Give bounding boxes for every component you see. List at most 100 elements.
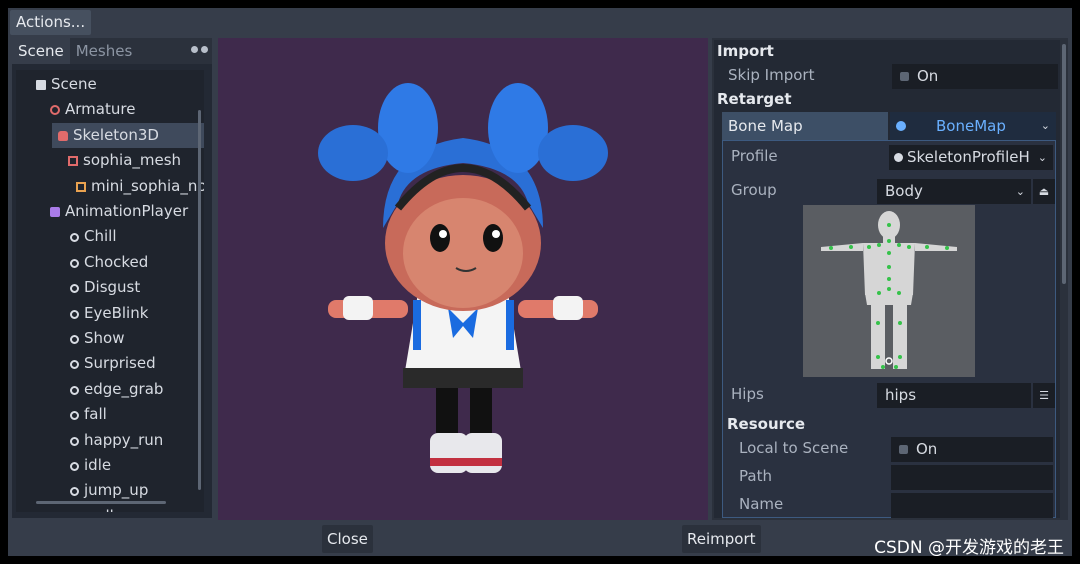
- hips-field[interactable]: hips: [877, 383, 1031, 408]
- tree-item[interactable]: happy_run: [16, 428, 163, 453]
- tree-item-label: Chocked: [84, 252, 149, 271]
- tree-item-label: Disgust: [84, 278, 141, 297]
- tree-item[interactable]: mini_sophia_noik_C: [16, 174, 204, 199]
- animation-icon: [70, 309, 79, 319]
- tree-item-label: jump_up: [84, 481, 149, 500]
- skeleton-icon: [58, 130, 68, 141]
- animation-icon: [70, 462, 79, 471]
- tab-meshes[interactable]: Meshes: [70, 38, 139, 64]
- bone-map-property[interactable]: Bone Map BoneMap ⌄: [722, 112, 1056, 140]
- group-label: Group: [731, 181, 777, 199]
- tab-options-icons[interactable]: [191, 46, 208, 53]
- resource-section-title: Resource: [727, 415, 806, 433]
- chevron-down-icon[interactable]: ⌄: [1041, 112, 1050, 140]
- tree-item-label: sophia_mesh: [83, 151, 182, 170]
- tree-item[interactable]: AnimationPlayer: [16, 199, 188, 224]
- name-field[interactable]: [891, 493, 1053, 518]
- bone-picker-icon[interactable]: ☰: [1033, 383, 1055, 408]
- animation-icon: [70, 436, 79, 446]
- model-preview-viewport[interactable]: [218, 38, 708, 520]
- tree-item[interactable]: Disgust: [16, 275, 140, 300]
- tree-item-label: happy_run: [84, 430, 164, 449]
- tree-item[interactable]: edge_grab: [16, 377, 163, 402]
- mesh-instance-icon: [76, 181, 86, 192]
- bone-map-resource-button[interactable]: BoneMap ⌄: [890, 112, 1056, 140]
- skip-import-label: Skip Import: [728, 66, 815, 84]
- profile-value: SkeletonProfileH: [907, 148, 1030, 166]
- animation-icon: [70, 258, 79, 268]
- tree-item[interactable]: idle: [16, 453, 111, 478]
- retarget-section-title: Retarget: [717, 90, 792, 108]
- inspector-panel: Import Skip Import On Retarget Bone Map …: [712, 38, 1068, 520]
- tree-item-label: Surprised: [84, 354, 156, 373]
- tree-item[interactable]: Chocked: [16, 250, 148, 275]
- scene-icon: [36, 80, 46, 90]
- hips-label: Hips: [731, 385, 764, 403]
- name-label: Name: [739, 495, 784, 513]
- tab-scene[interactable]: Scene: [12, 38, 70, 64]
- tree-item[interactable]: EyeBlink: [16, 301, 148, 326]
- tree-item[interactable]: Scene: [16, 72, 97, 97]
- animation-icon: [70, 411, 79, 421]
- local-to-scene-checkbox[interactable]: On: [891, 437, 1053, 462]
- tree-item-label: Chill: [84, 227, 117, 246]
- close-button[interactable]: Close: [322, 525, 373, 553]
- tree-item-label: Scene: [51, 75, 97, 93]
- tree-item-label: Show: [84, 329, 125, 347]
- bone-map-label: Bone Map: [722, 112, 888, 140]
- bone-map-editor: Profile SkeletonProfileH ⌄ Group Body ⌄ …: [722, 140, 1056, 518]
- animation-icon: [70, 385, 79, 395]
- tree-item[interactable]: walk: [16, 504, 118, 512]
- tree-vertical-scrollbar[interactable]: [198, 110, 201, 490]
- reimport-button[interactable]: Reimport: [682, 525, 761, 553]
- pin-icon[interactable]: [191, 46, 198, 53]
- animation-icon: [70, 335, 79, 344]
- chevron-down-icon[interactable]: ⌄: [1038, 145, 1047, 170]
- animation-icon: [70, 284, 79, 294]
- tree-item-label: edge_grab: [84, 379, 164, 398]
- tree-item[interactable]: jump_up: [16, 478, 148, 503]
- skip-import-checkbox[interactable]: On: [892, 64, 1058, 89]
- scene-panel: Scene Meshes walk jump_up idle happy_run fal…: [12, 38, 212, 518]
- animation-player-icon: [50, 207, 60, 217]
- checkbox-icon: [900, 72, 909, 81]
- tree-item[interactable]: Skeleton3D: [52, 122, 204, 148]
- group-value: Body: [885, 182, 923, 200]
- tree-item[interactable]: sophia_mesh: [16, 148, 181, 173]
- local-to-scene-label: Local to Scene: [739, 439, 849, 457]
- tree-item[interactable]: Show: [16, 326, 124, 351]
- skip-import-value: On: [917, 67, 939, 85]
- profile-dropdown[interactable]: SkeletonProfileH ⌄: [889, 145, 1053, 170]
- tree-item[interactable]: Armature: [16, 97, 135, 122]
- group-options-icon[interactable]: ⏏: [1033, 179, 1055, 204]
- import-dialog: Actions... Scene Meshes walk jump_up idle h…: [8, 8, 1072, 556]
- scene-tree[interactable]: walk jump_up idle happy_run fall edge_grab Sur…: [16, 70, 204, 512]
- inspector-scrollbar[interactable]: [1062, 44, 1066, 284]
- chevron-down-icon[interactable]: ⌄: [1016, 179, 1025, 204]
- actions-menu-button[interactable]: Actions...: [10, 10, 92, 35]
- tree-item[interactable]: Surprised: [16, 351, 156, 376]
- profile-resource-icon: [894, 153, 903, 162]
- path-field[interactable]: [891, 465, 1053, 490]
- armature-icon: [50, 105, 60, 116]
- tree-item-label: EyeBlink: [84, 303, 149, 322]
- tree-horizontal-scrollbar[interactable]: [36, 501, 166, 504]
- animation-icon: [70, 233, 79, 243]
- path-label: Path: [739, 467, 772, 485]
- skeleton-silhouette: [803, 205, 975, 377]
- menu-icon[interactable]: [201, 46, 208, 53]
- tree-item[interactable]: Chill: [16, 224, 116, 249]
- tree-item-label: Skeleton3D: [73, 125, 159, 144]
- group-dropdown[interactable]: Body ⌄: [877, 179, 1031, 204]
- animation-icon: [70, 360, 79, 370]
- inspector-content: Import Skip Import On Retarget Bone Map …: [714, 40, 1060, 518]
- tree-item-label: mini_sophia_noik_C: [91, 176, 204, 195]
- local-to-scene-value: On: [916, 440, 938, 458]
- animation-icon: [70, 487, 79, 497]
- tree-item-label: Armature: [65, 100, 136, 119]
- watermark: CSDN @开发游戏的老王: [874, 538, 1064, 558]
- import-section-title: Import: [717, 42, 774, 60]
- resource-icon: [896, 121, 906, 131]
- tree-item[interactable]: fall: [16, 402, 107, 427]
- tree-item-label: AnimationPlayer: [65, 202, 189, 220]
